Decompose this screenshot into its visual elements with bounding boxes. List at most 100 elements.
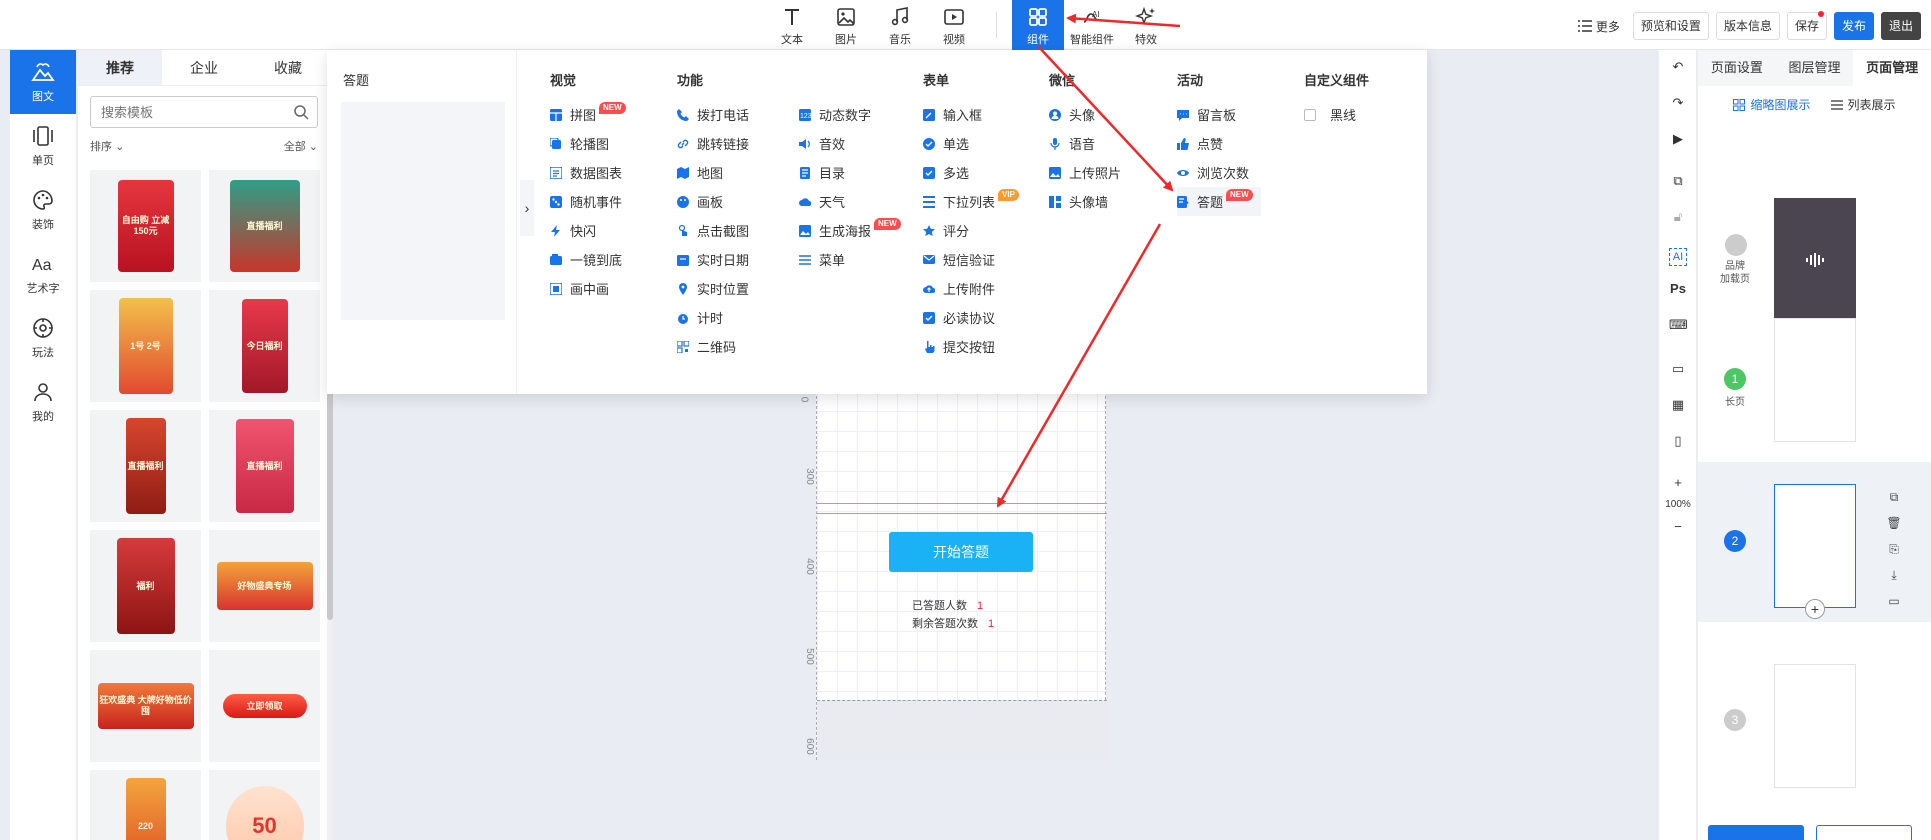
copy-page-icon[interactable]: ⧉ (1886, 484, 1902, 510)
menu-item-view-count[interactable]: 浏览次数 (1177, 158, 1261, 187)
template-card[interactable]: 220 (90, 770, 201, 840)
checkbox[interactable] (1304, 108, 1316, 121)
template-card[interactable]: 狂欢盛典 大牌好物低价囤 (90, 650, 201, 762)
menu-item-upload-photo[interactable]: 上传照片 (1049, 158, 1121, 187)
play-icon[interactable]: ▶ (1669, 130, 1687, 148)
tab-favorites[interactable]: 收藏 (246, 50, 330, 85)
menu-item-single-choice[interactable]: 单选 (923, 129, 1019, 158)
download-page-icon[interactable]: ⤓ (1886, 562, 1902, 588)
more-menu[interactable]: 更多 (1577, 18, 1620, 35)
tab-page-settings[interactable]: 页面设置 (1698, 50, 1776, 86)
preview-settings-button[interactable]: 预览和设置 (1632, 12, 1709, 40)
tab-recommend[interactable]: 推荐 (78, 50, 162, 85)
folder-icon[interactable]: ▭ (1886, 588, 1902, 614)
menu-item-upload-attachment[interactable]: 上传附件 (923, 274, 1019, 303)
menu-item-quiz[interactable]: 答题 NEW (1177, 187, 1261, 216)
template-card[interactable]: 直播福利 (90, 410, 201, 522)
thumbnail-view-toggle[interactable]: 缩略图展示 (1733, 96, 1811, 113)
search-icon[interactable] (293, 104, 309, 120)
page-row-loading[interactable]: 品牌 加载页 (1698, 140, 1931, 324)
list-view-toggle[interactable]: 列表展示 (1830, 96, 1896, 113)
save-button[interactable]: 保存 (1786, 11, 1827, 40)
zoom-out-icon[interactable]: − (1669, 518, 1687, 536)
menu-item-screenshot[interactable]: 点击截图 (677, 216, 749, 245)
menu-item-voice[interactable]: 语音 (1049, 129, 1121, 158)
menu-item-sound-effect[interactable]: 音效 (799, 129, 901, 158)
menu-item-random-event[interactable]: 随机事件 (550, 187, 626, 216)
nav-mine[interactable]: 我的 (10, 370, 76, 434)
menu-item-drawing-board[interactable]: 画板 (677, 187, 749, 216)
menu-item-puzzle[interactable]: 拼图 NEW (550, 100, 626, 129)
menu-item-flash[interactable]: 快闪 (550, 216, 626, 245)
menu-item-weather[interactable]: 天气 (799, 187, 901, 216)
lock-icon[interactable]: 🔓︎ (1669, 208, 1687, 226)
menu-item-multi-choice[interactable]: 多选 (923, 158, 1019, 187)
tool-effects[interactable]: 特效 (1120, 4, 1172, 48)
menu-item-live-date[interactable]: 实时日期 (677, 245, 749, 274)
search-input[interactable] (91, 97, 291, 127)
menu-item-sms-verify[interactable]: 短信验证 (923, 245, 1019, 274)
ai-icon[interactable]: AI (1669, 248, 1687, 266)
redo-icon[interactable]: ↷ (1669, 94, 1687, 112)
template-card[interactable]: 立即领取 (209, 650, 320, 762)
table-icon[interactable]: ▦ (1669, 396, 1687, 414)
nav-decoration[interactable]: 装饰 (10, 178, 76, 242)
tab-layer-management[interactable]: 图层管理 (1776, 50, 1854, 86)
template-card[interactable]: 好物盛典专场 (209, 530, 320, 642)
tab-enterprise[interactable]: 企业 (162, 50, 246, 85)
template-card[interactable]: 直播福利 (209, 410, 320, 522)
menu-item-avatar-wall[interactable]: 头像墙 (1049, 187, 1121, 216)
menu-item-dropdown-list[interactable]: 下拉列表 VIP (923, 187, 1019, 216)
add-page-button[interactable] (1708, 825, 1804, 840)
menu-item-one-shot[interactable]: 一镜到底 (550, 245, 626, 274)
nav-gameplay[interactable]: 玩法 (10, 306, 76, 370)
template-card[interactable]: 福利 (90, 530, 201, 642)
menu-item-poster[interactable]: 生成海报 NEW (799, 216, 901, 245)
page-row-2[interactable]: 2 + ⧉ 🗑︎ ⎘ ⤓ ▭ (1698, 462, 1931, 622)
template-card[interactable]: 50 (209, 770, 320, 840)
menu-item-message-board[interactable]: 留言板 (1177, 100, 1261, 129)
undo-icon[interactable]: ↶ (1669, 58, 1687, 76)
template-card[interactable]: 直播福利 (209, 170, 320, 282)
chevron-right-icon[interactable]: › (520, 180, 534, 236)
menu-item-black-line[interactable]: 黑线 (1304, 100, 1369, 129)
menu-item-like[interactable]: 点赞 (1177, 129, 1261, 158)
sort-dropdown[interactable]: 排序 ⌄ (90, 138, 124, 154)
menu-item-carousel[interactable]: 轮播图 (550, 129, 626, 158)
tool-image[interactable]: 图片 (820, 4, 872, 48)
long-page-button[interactable] (1816, 825, 1912, 840)
menu-item-qr-code[interactable]: 二维码 (677, 332, 749, 361)
menu-item-picture-in-picture[interactable]: 画中画 (550, 274, 626, 303)
nav-art-text[interactable]: Aa 艺术字 (10, 242, 76, 306)
template-card[interactable]: 1号 2号 (90, 290, 201, 402)
menu-item-call[interactable]: 拨打电话 (677, 100, 749, 129)
nav-single-page[interactable]: 单页 (10, 114, 76, 178)
tool-text[interactable]: 文本 (766, 4, 818, 48)
keyboard-icon[interactable]: ⌨ (1669, 316, 1688, 334)
page-row-1[interactable]: 1 长页 (1698, 300, 1931, 460)
start-quiz-button[interactable]: 开始答题 (889, 532, 1033, 572)
zoom-in-icon[interactable]: + (1669, 474, 1687, 492)
ps-icon[interactable]: Ps (1669, 280, 1687, 298)
menu-item-data-chart[interactable]: 数据图表 (550, 158, 626, 187)
nav-picture-text[interactable]: 图文 (10, 50, 76, 114)
menu-item-avatar[interactable]: 头像 (1049, 100, 1121, 129)
tool-video[interactable]: 视频 (928, 4, 980, 48)
delete-page-icon[interactable]: 🗑︎ (1886, 510, 1902, 536)
tool-smart-component[interactable]: AI 智能组件 (1066, 4, 1118, 48)
menu-item-catalog[interactable]: 目录 (799, 158, 901, 187)
exit-button[interactable]: 退出 (1880, 12, 1921, 40)
copy-icon[interactable]: ⧉ (1669, 172, 1687, 190)
menu-item-submit-button[interactable]: 提交按钮 (923, 332, 1019, 361)
menu-item-rating[interactable]: 评分 (923, 216, 1019, 245)
tool-components[interactable]: 组件 (1012, 0, 1064, 50)
publish-button[interactable]: 发布 (1833, 12, 1874, 40)
menu-item-link[interactable]: 跳转链接 (677, 129, 749, 158)
menu-item-live-location[interactable]: 实时位置 (677, 274, 749, 303)
page-row-3[interactable]: 3 (1698, 642, 1931, 802)
menu-item-dynamic-number[interactable]: 123 动态数字 (799, 100, 901, 129)
folder-icon[interactable]: ▭ (1669, 360, 1687, 378)
menu-item-input[interactable]: 输入框 (923, 100, 1019, 129)
mobile-icon[interactable]: ▯ (1669, 432, 1687, 450)
menu-item-menu[interactable]: 菜单 (799, 245, 901, 274)
